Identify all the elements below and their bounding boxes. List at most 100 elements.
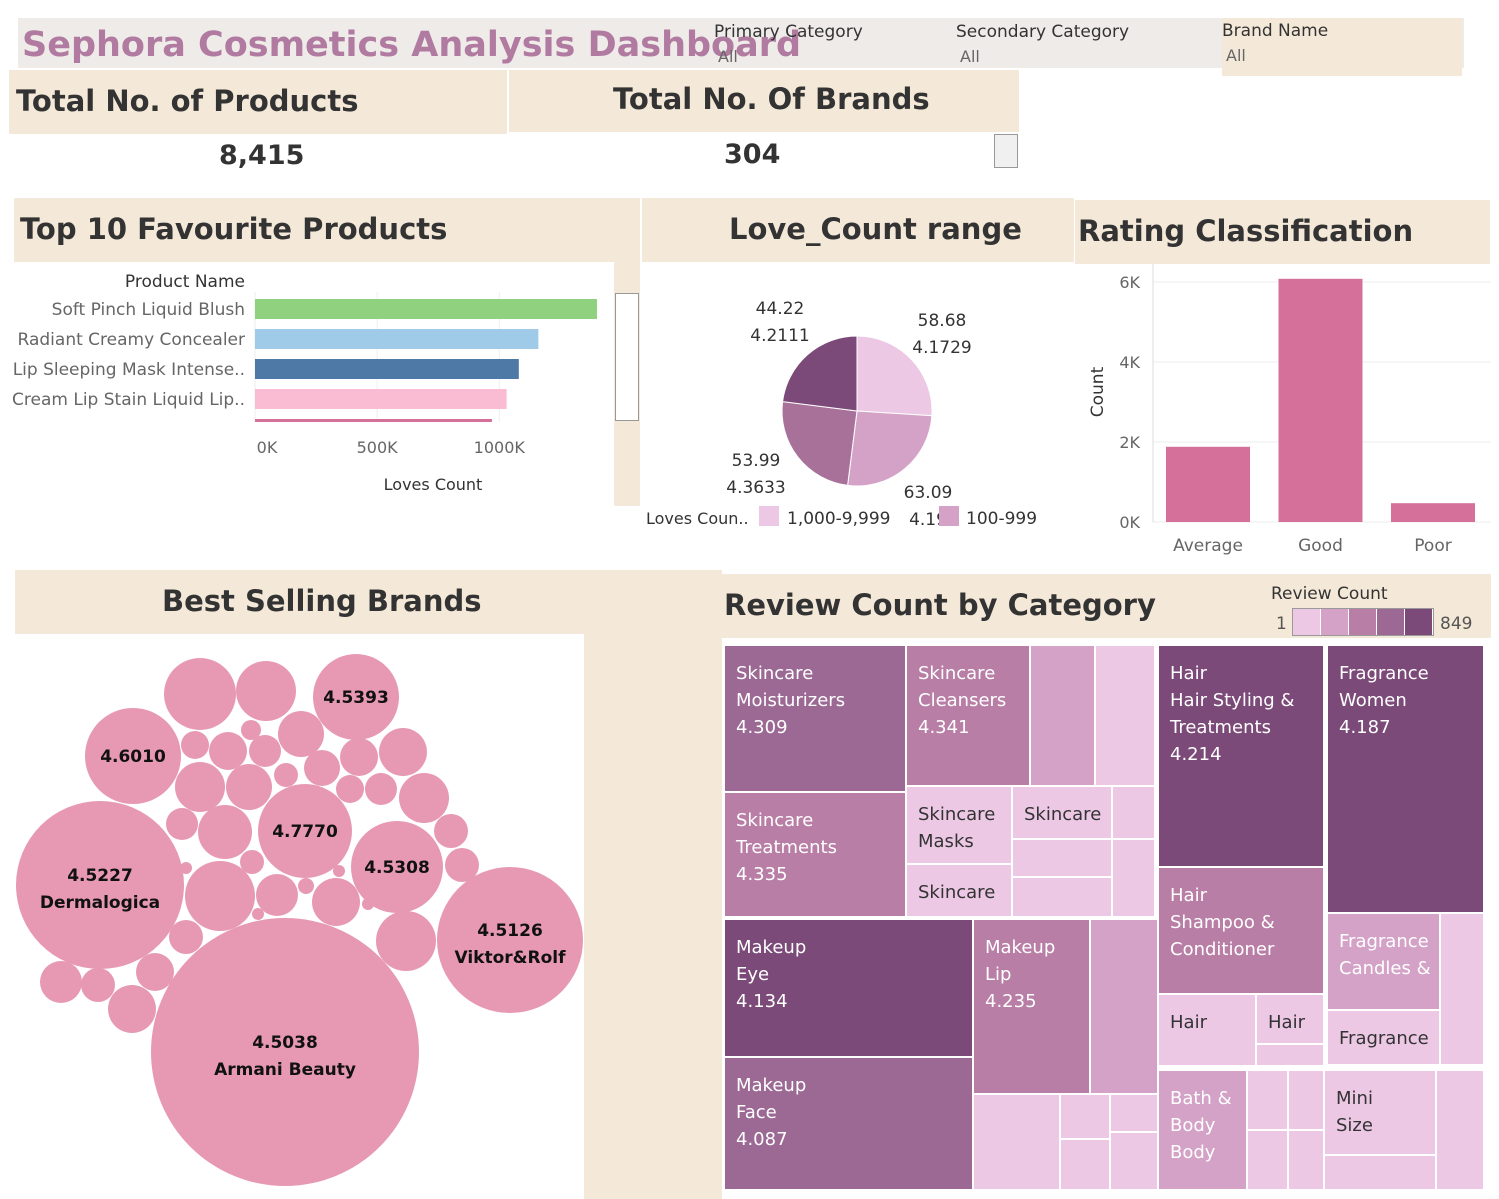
treemap-cell[interactable]: [1112, 839, 1155, 917]
treemap-cell[interactable]: Skincare Treatments 4.335: [724, 792, 906, 917]
slice-label: 63.09: [904, 483, 953, 503]
treemap-cell[interactable]: [1112, 786, 1155, 839]
treemap-cell[interactable]: Skincare: [1012, 786, 1112, 839]
treemap-cell[interactable]: [1095, 645, 1155, 786]
treemap-cell[interactable]: [1436, 1070, 1484, 1190]
love-range-title: Love_Count range: [729, 212, 1022, 246]
bubble: [274, 763, 298, 787]
treemap-cell-label: Makeup Lip 4.235: [985, 937, 1056, 1012]
treemap-cell-label: Makeup Face 4.087: [736, 1075, 807, 1150]
treemap-cell[interactable]: Hair: [1256, 994, 1324, 1044]
treemap-cell[interactable]: Hair Shampoo & Conditioner: [1158, 867, 1324, 994]
filter-brand-name[interactable]: Brand Name All: [1222, 18, 1462, 76]
treemap-cell[interactable]: Skincare Moisturizers 4.309: [724, 645, 906, 792]
bubble: [226, 764, 272, 810]
treemap-cell[interactable]: Hair: [1158, 994, 1256, 1066]
treemap-cell[interactable]: Bath & Body Body: [1158, 1070, 1247, 1190]
bubble: [169, 920, 203, 954]
top10-scroll-thumb[interactable]: [615, 293, 639, 421]
bubble: [40, 961, 82, 1003]
bubble-rating-label: 4.5126: [477, 921, 543, 941]
bubble-brand-label: Armani Beauty: [214, 1060, 356, 1080]
kpi-scrollbar[interactable]: [994, 134, 1018, 168]
treemap-cell[interactable]: Skincare: [906, 864, 1012, 917]
treemap-cell-label: Makeup Eye 4.134: [736, 937, 807, 1012]
treemap-cell-label: Mini Size: [1336, 1088, 1373, 1136]
treemap-cell[interactable]: Fragrance: [1327, 1010, 1440, 1065]
treemap-cell[interactable]: [1110, 1094, 1158, 1132]
bubble: [181, 731, 209, 759]
bar: [1278, 278, 1363, 522]
treemap-cell[interactable]: Makeup Eye 4.134: [724, 919, 973, 1057]
treemap-cell-label: Skincare Cleansers 4.341: [918, 663, 1007, 738]
treemap-cell[interactable]: [1012, 839, 1112, 877]
y-tick-label: 6K: [1119, 273, 1140, 292]
filter-primary-category[interactable]: Primary Category All: [714, 22, 944, 68]
bars-group: Soft Pinch Liquid Blush Radiant Creamy Co…: [12, 299, 597, 440]
top10-title: Top 10 Favourite Products: [20, 212, 448, 246]
treemap-cell[interactable]: Makeup Lip 4.235: [973, 919, 1090, 1094]
category-label: Poor: [1414, 536, 1451, 556]
bubble: [376, 911, 436, 971]
treemap-cell[interactable]: Skincare Cleansers 4.341: [906, 645, 1030, 786]
treemap-cell[interactable]: [973, 1094, 1060, 1190]
category-label: Soft Pinch Liquid Blush: [52, 300, 245, 320]
category-label: Glow Recipe Watermelon..: [21, 420, 245, 440]
treemap-cell[interactable]: Hair Hair Styling & Treatments 4.214: [1158, 645, 1324, 867]
treemap-cell-label: Skincare Treatments 4.335: [736, 810, 837, 885]
treemap: Skincare Moisturizers 4.309 Skincare Clea…: [724, 645, 1484, 1190]
treemap-cell[interactable]: [1288, 1130, 1324, 1190]
legend-swatch: [759, 506, 779, 526]
treemap-cell[interactable]: [1440, 913, 1484, 1065]
bubble-brand-label: Dermalogica: [40, 893, 160, 913]
treemap-cell-label: Hair Shampoo & Conditioner: [1170, 885, 1275, 960]
bubble: [249, 735, 281, 767]
bubble: [164, 658, 236, 730]
treemap-cell[interactable]: [1256, 1044, 1324, 1066]
pie-slice: [782, 335, 858, 412]
treemap-cell[interactable]: [1110, 1132, 1158, 1190]
treemap-cell[interactable]: Skincare Masks: [906, 786, 1012, 864]
bubble: [340, 738, 378, 776]
treemap-cell[interactable]: [1012, 877, 1112, 917]
bubble: [278, 711, 324, 757]
filter-secondary-category[interactable]: Secondary Category All: [956, 22, 1196, 68]
treemap-cell[interactable]: Fragrance Women 4.187: [1327, 645, 1484, 913]
bubble: [136, 953, 174, 991]
bubble: [185, 861, 255, 931]
bubble: [256, 874, 298, 916]
treemap-cell-label: Fragrance Women 4.187: [1339, 663, 1429, 738]
bar: [1166, 446, 1250, 522]
bubble: [434, 814, 468, 848]
treemap-cell[interactable]: [1030, 645, 1095, 786]
bubble: [198, 805, 252, 859]
treemap-cell[interactable]: [1247, 1070, 1288, 1130]
filter-value[interactable]: All: [714, 47, 944, 66]
treemap-cell[interactable]: [1247, 1130, 1288, 1190]
dashboard-title: Sephora Cosmetics Analysis Dashboard: [22, 25, 802, 65]
bubble: [304, 750, 340, 786]
legend-step: [1349, 609, 1377, 635]
legend-step: [1293, 609, 1321, 635]
review-title: Review Count by Category: [724, 588, 1156, 622]
treemap-cell[interactable]: [1060, 1094, 1110, 1139]
bar: [255, 419, 492, 422]
review-legend-title: Review Count: [1271, 584, 1388, 604]
treemap-cell[interactable]: [1090, 919, 1158, 1094]
category-label: Cream Lip Stain Liquid Lip..: [12, 390, 245, 410]
treemap-cell-label: Skincare Masks: [918, 804, 996, 852]
bubble: [175, 762, 225, 812]
treemap-cell[interactable]: [1288, 1070, 1324, 1130]
bubble: [379, 728, 427, 776]
treemap-cell[interactable]: [1060, 1139, 1110, 1190]
treemap-cell[interactable]: Makeup Face 4.087: [724, 1057, 973, 1190]
treemap-cell[interactable]: [1324, 1155, 1436, 1190]
y-tick-label: 2K: [1119, 433, 1140, 452]
treemap-cell[interactable]: Mini Size: [1324, 1070, 1436, 1155]
slice-label: 4.2111: [750, 326, 809, 346]
treemap-cell-label: Hair: [1268, 1012, 1305, 1033]
filter-value[interactable]: All: [1222, 46, 1462, 65]
rating-bar-chart: 0K 2K 4K 6K Count Average Good Poor: [1088, 264, 1491, 556]
filter-value[interactable]: All: [956, 47, 1196, 66]
treemap-cell[interactable]: Fragrance Candles &: [1327, 913, 1440, 1010]
